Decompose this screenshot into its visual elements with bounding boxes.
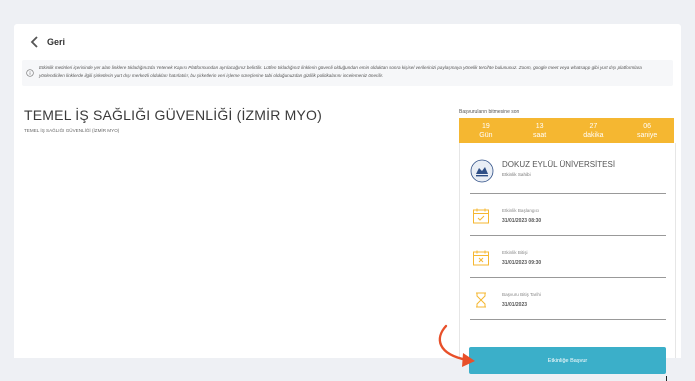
countdown-number: 27	[589, 122, 598, 130]
page-title: TEMEL İŞ SAĞLIĞI GÜVENLİĞİ (İZMİR MYO)	[24, 107, 323, 123]
deadline-label: Başvuruların bitmesine son	[459, 109, 520, 115]
event-start-label: Etkinlik Başlangıcı	[502, 208, 540, 213]
organizer[interactable]: DOKUZ EYLÜL ÜNİVERSİTESİ Etkinlik Sahibi	[470, 157, 666, 194]
application-deadline-row: Başvuru Bitiş Tarihi 31/01/2023	[470, 283, 666, 320]
event-end-label: Etkinlik Bitişi	[502, 250, 528, 255]
countdown-number: 19	[481, 122, 490, 130]
event-end-value: 31/01/2023 09:30	[502, 260, 542, 266]
event-info-panel: DOKUZ EYLÜL ÜNİVERSİTESİ Etkinlik Sahibi…	[459, 143, 676, 374]
organizer-role: Etkinlik Sahibi	[502, 172, 531, 177]
organizer-name: DOKUZ EYLÜL ÜNİVERSİTESİ	[502, 160, 616, 169]
countdown-number: 06	[643, 122, 652, 130]
event-start-value: 31/01/2023 08:30	[502, 218, 542, 224]
back-label: Geri	[47, 37, 66, 47]
hourglass-icon	[476, 292, 486, 308]
countdown-bar: 19 Gün 13 saat 27 dakika 06 saniye	[459, 118, 674, 143]
application-deadline-label: Başvuru Bitiş Tarihi	[502, 292, 541, 297]
pointer-arrow-icon	[438, 324, 475, 367]
application-deadline-value: 31/01/2023	[502, 302, 528, 308]
back-button[interactable]: Geri	[28, 35, 65, 49]
countdown-days: 19 Gün	[459, 118, 513, 143]
event-end-row: Etkinlik Bitişi 31/01/2023 09:30	[470, 241, 666, 278]
countdown-unit: Gün	[479, 131, 493, 139]
countdown-seconds: 06 saniye	[620, 118, 674, 143]
apply-button[interactable]: Etkinliğe Başvur	[469, 347, 666, 374]
event-card: Geri Etkinlik metinleri içerisinde yer a…	[14, 24, 681, 381]
page-subtitle: TEMEL İŞ SAĞLIĞI GÜVENLİĞİ (İZMİR MYO)	[24, 128, 120, 133]
notice-box: Etkinlik metinleri içerisinde yer alan l…	[22, 60, 673, 86]
countdown-unit: saat	[533, 131, 547, 139]
info-icon	[26, 69, 34, 77]
university-logo-icon	[470, 159, 494, 183]
countdown-unit: saniye	[637, 131, 658, 139]
event-start-row: Etkinlik Başlangıcı 31/01/2023 08:30	[470, 199, 666, 236]
calendar-x-icon	[473, 250, 489, 266]
countdown-minutes: 27 dakika	[567, 118, 621, 143]
chevron-left-icon	[30, 36, 38, 48]
notice-text: Etkinlik metinleri içerisinde yer alan l…	[39, 65, 642, 78]
divider-mark	[666, 376, 667, 381]
calendar-check-icon	[473, 208, 489, 224]
countdown-number: 13	[535, 122, 544, 130]
countdown-hours: 13 saat	[513, 118, 567, 143]
countdown-unit: dakika	[583, 131, 604, 139]
